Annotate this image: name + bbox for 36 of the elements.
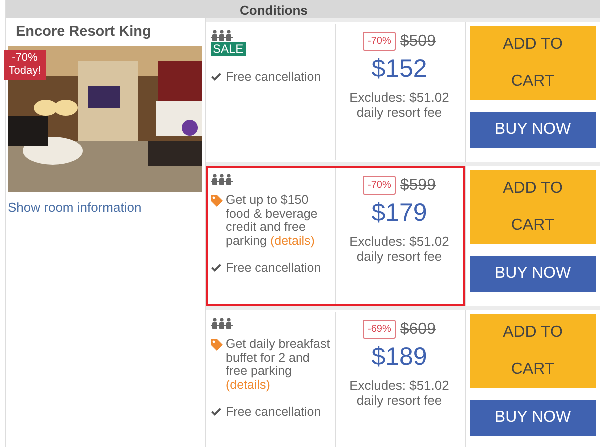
add-to-cart-button[interactable]: ADD TO CART bbox=[470, 26, 596, 100]
tag-icon bbox=[211, 195, 223, 207]
price: $179 bbox=[370, 199, 428, 228]
add-to-cart-button[interactable]: ADD TO CART bbox=[470, 170, 596, 244]
old-price: $609 bbox=[400, 320, 436, 338]
tag-icon bbox=[211, 339, 223, 351]
check-icon bbox=[211, 408, 222, 418]
old-price: $599 bbox=[400, 176, 436, 194]
buy-now-button[interactable]: BUY NOW bbox=[470, 400, 596, 436]
discount-badge: -70% Today! bbox=[4, 50, 46, 80]
fee-note: Excludes: $51.02 daily resort fee bbox=[348, 90, 450, 120]
price: $189 bbox=[370, 343, 428, 372]
check-icon bbox=[211, 72, 222, 82]
show-room-link[interactable]: Show room information bbox=[8, 200, 142, 215]
old-price: $509 bbox=[400, 32, 436, 50]
sale-badge: SALE bbox=[211, 42, 246, 56]
price: $152 bbox=[370, 55, 428, 84]
cancellation-text: Free cancellation bbox=[226, 262, 322, 276]
perk-text: Get daily breakfast buffet for 2 and free parking (details) bbox=[226, 338, 332, 392]
room-title: Encore Resort King bbox=[16, 24, 152, 40]
column-header: Conditions bbox=[240, 3, 308, 18]
guests-icon bbox=[211, 174, 233, 186]
check-icon bbox=[211, 264, 222, 274]
fee-note: Excludes: $51.02 daily resort fee bbox=[348, 378, 450, 408]
perk-text: Get up to $150 food & beverage credit and free parking (details) bbox=[226, 194, 319, 248]
discount-badge: -70% bbox=[363, 176, 396, 195]
cancellation-text: Free cancellation bbox=[226, 70, 322, 84]
discount-badge: -69% bbox=[363, 320, 396, 339]
cancellation-text: Free cancellation bbox=[226, 406, 322, 420]
buy-now-button[interactable]: BUY NOW bbox=[470, 256, 596, 292]
add-to-cart-button[interactable]: ADD TO CART bbox=[470, 314, 596, 388]
fee-note: Excludes: $51.02 daily resort fee bbox=[348, 234, 450, 264]
buy-now-button[interactable]: BUY NOW bbox=[470, 112, 596, 148]
discount-badge: -70% bbox=[363, 32, 396, 51]
guests-icon bbox=[211, 318, 233, 330]
guests-icon bbox=[211, 30, 233, 42]
